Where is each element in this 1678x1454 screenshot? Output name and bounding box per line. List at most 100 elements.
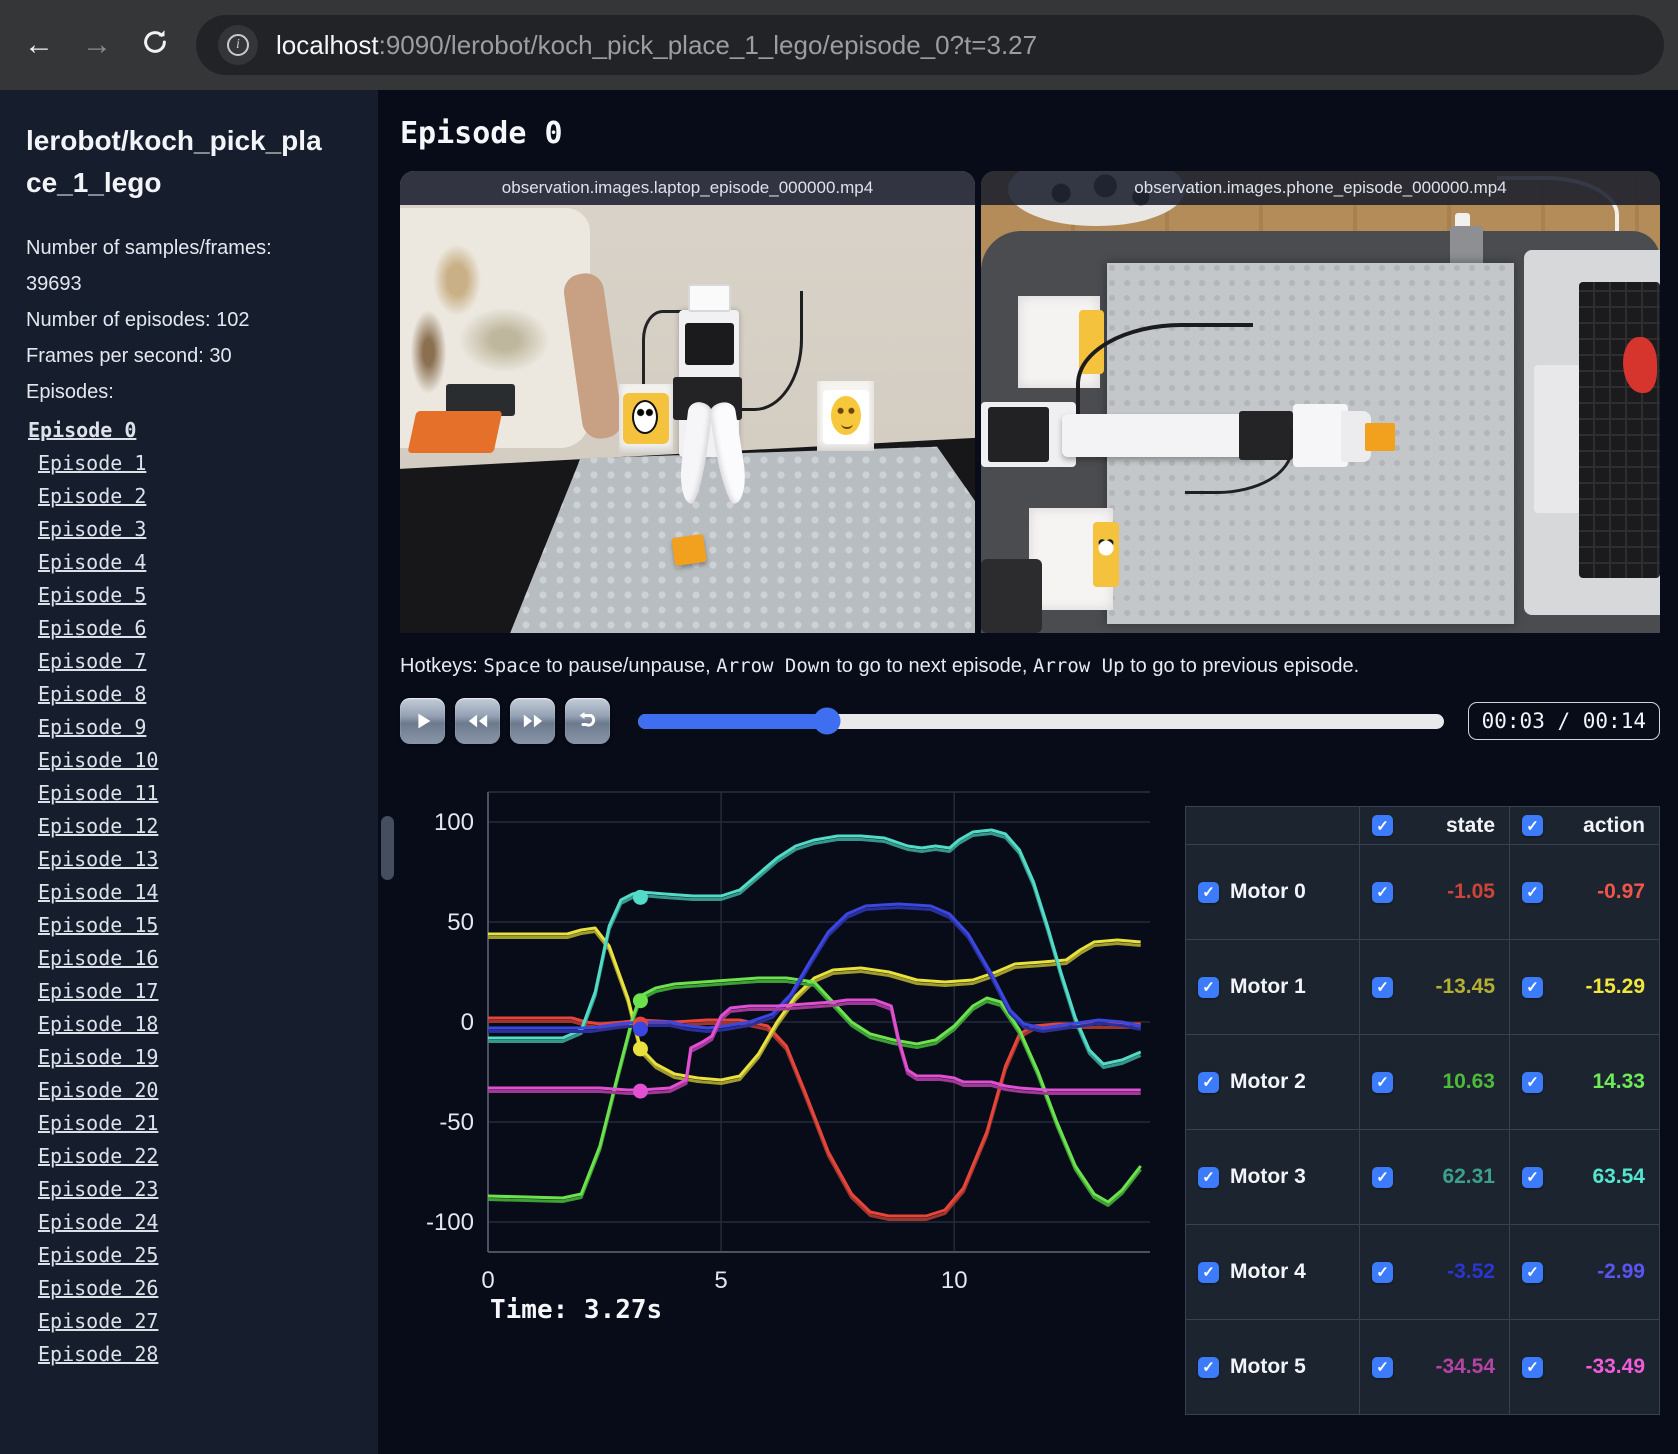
- checkbox[interactable]: ✓: [1522, 1166, 1543, 1188]
- robot-wrist: [1293, 404, 1348, 467]
- loop-button[interactable]: [565, 698, 610, 744]
- red-object: [1622, 337, 1657, 393]
- checkbox[interactable]: ✓: [1372, 976, 1393, 998]
- episode-link[interactable]: Episode 18: [26, 1008, 368, 1041]
- play-button[interactable]: [400, 698, 445, 744]
- episode-link[interactable]: Episode 15: [26, 909, 368, 942]
- hotkey-text: Hotkeys:: [400, 655, 484, 677]
- playback-controls: 00:03 / 00:14: [400, 698, 1660, 744]
- checkbox[interactable]: ✓: [1372, 1166, 1393, 1188]
- robot-motor: [684, 323, 734, 366]
- checkbox[interactable]: ✓: [1198, 1356, 1219, 1378]
- rewind-button[interactable]: [455, 698, 500, 744]
- episode-link[interactable]: Episode 20: [26, 1074, 368, 1107]
- checkbox[interactable]: ✓: [1522, 881, 1543, 903]
- reload-icon[interactable]: [140, 27, 170, 63]
- video-player-laptop[interactable]: observation.images.laptop_episode_000000…: [400, 171, 975, 633]
- dataset-title: lerobot/koch_pick_place_1_lego: [26, 125, 322, 198]
- dataset-info-line: Number of episodes: 102: [26, 309, 250, 331]
- scrollbar-thumb[interactable]: [381, 816, 394, 880]
- episode-link[interactable]: Episode 2: [26, 480, 368, 513]
- checkbox[interactable]: ✓: [1198, 1166, 1219, 1188]
- y-tick-label: -50: [439, 1109, 474, 1136]
- panda-card: [1093, 522, 1119, 587]
- action-value-cell: ✓ -2.99: [1509, 1224, 1660, 1320]
- checkbox[interactable]: ✓: [1198, 1261, 1219, 1283]
- checkbox[interactable]: ✓: [1522, 1356, 1543, 1378]
- x-tick-label: 5: [714, 1267, 727, 1294]
- motor-label: Motor 5: [1230, 1355, 1306, 1378]
- checkbox[interactable]: ✓: [1522, 976, 1543, 998]
- episode-link[interactable]: Episode 28: [26, 1338, 368, 1371]
- episode-link[interactable]: Episode 1: [26, 447, 368, 480]
- checkbox[interactable]: ✓: [1198, 976, 1219, 998]
- action-value-cell: ✓ -0.97: [1509, 844, 1660, 940]
- table-row: ✓ Motor 1 ✓ -13.45 ✓ -15.29: [1185, 939, 1660, 1035]
- episode-link[interactable]: Episode 9: [26, 711, 368, 744]
- checkbox[interactable]: ✓: [1372, 1071, 1393, 1093]
- episode-link[interactable]: Episode 7: [26, 645, 368, 678]
- action-value-cell: ✓ 14.33: [1509, 1034, 1660, 1130]
- video-frame-phone: [981, 171, 1660, 633]
- checkbox[interactable]: ✓: [1372, 1261, 1393, 1283]
- episode-list: Episode 0 Episode 1 Episode 2 Episode 3 Epis…: [26, 414, 368, 1371]
- episode-link[interactable]: Episode 5: [26, 579, 368, 612]
- checkbox[interactable]: ✓: [1372, 1356, 1393, 1378]
- motor-label: Motor 1: [1230, 975, 1306, 998]
- column-header-action: ✓ action: [1509, 806, 1660, 845]
- video-title-phone: observation.images.phone_episode_000000.…: [981, 171, 1660, 205]
- episode-link[interactable]: Episode 24: [26, 1206, 368, 1239]
- url-bar[interactable]: i localhost:9090/lerobot/koch_pick_place…: [196, 15, 1664, 75]
- episode-link[interactable]: Episode 21: [26, 1107, 368, 1140]
- x-tick-label: 10: [941, 1267, 968, 1294]
- episode-link[interactable]: Episode 22: [26, 1140, 368, 1173]
- episode-link[interactable]: Episode 3: [26, 513, 368, 546]
- episode-link[interactable]: Episode 23: [26, 1173, 368, 1206]
- episode-link[interactable]: Episode 25: [26, 1239, 368, 1272]
- episode-link[interactable]: Episode 14: [26, 876, 368, 909]
- state-value: -13.45: [1435, 975, 1495, 998]
- episode-link[interactable]: Episode 19: [26, 1041, 368, 1074]
- checkbox[interactable]: ✓: [1522, 1071, 1543, 1093]
- state-value-cell: ✓ 62.31: [1359, 1129, 1510, 1225]
- forward-icon[interactable]: →: [82, 30, 112, 60]
- episode-link[interactable]: Episode 10: [26, 744, 368, 777]
- fast-forward-button[interactable]: [510, 698, 555, 744]
- checkbox[interactable]: ✓: [1522, 1261, 1543, 1283]
- table-row: ✓ Motor 3 ✓ 62.31 ✓ 63.54: [1185, 1129, 1660, 1225]
- checkbox[interactable]: ✓: [1372, 815, 1393, 836]
- episode-link[interactable]: Episode 8: [26, 678, 368, 711]
- episode-link[interactable]: Episode 6: [26, 612, 368, 645]
- episode-link[interactable]: Episode 4: [26, 546, 368, 579]
- seek-slider[interactable]: [638, 707, 1444, 735]
- dataset-info-line: Frames per second: 30: [26, 345, 232, 367]
- motor-label-cell: ✓ Motor 4: [1185, 1224, 1360, 1320]
- motor-label-cell: ✓ Motor 5: [1185, 1319, 1360, 1415]
- episode-link[interactable]: Episode 27: [26, 1305, 368, 1338]
- motor-label: Motor 3: [1230, 1165, 1306, 1188]
- episode-link[interactable]: Episode 0: [26, 414, 368, 447]
- checkbox[interactable]: ✓: [1198, 1071, 1219, 1093]
- action-value-cell: ✓ -33.49: [1509, 1319, 1660, 1415]
- dark-part: [981, 559, 1043, 633]
- episode-link[interactable]: Episode 11: [26, 777, 368, 810]
- seek-slider-thumb[interactable]: [813, 707, 841, 735]
- video-player-phone[interactable]: observation.images.phone_episode_000000.…: [981, 171, 1660, 633]
- page-info-icon[interactable]: i: [218, 25, 258, 65]
- episode-link[interactable]: Episode 17: [26, 975, 368, 1008]
- hotkey-key: Arrow Down: [716, 655, 831, 677]
- episode-link[interactable]: Episode 16: [26, 942, 368, 975]
- hotkey-text: to go to previous episode.: [1124, 655, 1360, 677]
- table-corner-cell: [1185, 806, 1360, 845]
- back-icon[interactable]: ←: [24, 30, 54, 60]
- checkbox[interactable]: ✓: [1372, 881, 1393, 903]
- episode-link[interactable]: Episode 12: [26, 810, 368, 843]
- series-state-Motor 0: [488, 1020, 1141, 1221]
- checkbox[interactable]: ✓: [1522, 815, 1543, 836]
- y-tick-label: 50: [447, 909, 474, 936]
- hotkey-text: to go to next episode,: [830, 655, 1034, 677]
- motor-chart: 100 50 0 -50 -100 0 5 10 Time: 3.27s: [400, 754, 1155, 1331]
- checkbox[interactable]: ✓: [1198, 881, 1219, 903]
- episode-link[interactable]: Episode 13: [26, 843, 368, 876]
- episode-link[interactable]: Episode 26: [26, 1272, 368, 1305]
